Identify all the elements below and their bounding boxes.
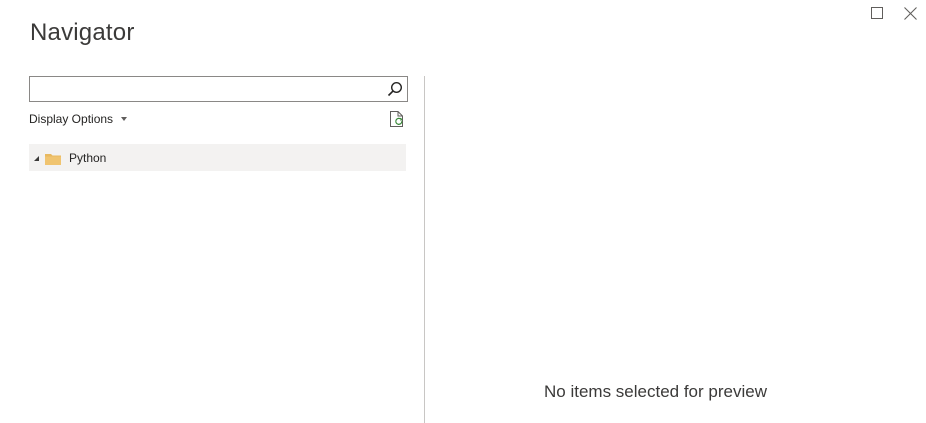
maximize-icon (871, 7, 883, 19)
pane-divider[interactable] (424, 76, 425, 423)
folder-icon (45, 152, 61, 165)
tree-item-label: Python (69, 150, 107, 165)
search-input[interactable] (30, 77, 378, 99)
close-icon (903, 6, 917, 20)
display-options-label: Display Options (29, 112, 114, 126)
display-options-dropdown[interactable]: Display Options (29, 112, 128, 126)
close-button[interactable] (901, 4, 919, 22)
window-title: Navigator (30, 19, 135, 46)
search-box (29, 76, 408, 102)
tree-item-python[interactable]: Python (29, 144, 406, 171)
refresh-icon[interactable] (389, 110, 407, 130)
preview-empty-message: No items selected for preview (544, 382, 767, 401)
search-icon[interactable] (385, 79, 405, 99)
options-row: Display Options (29, 110, 408, 134)
navigator-pane: Display Options Python (29, 76, 408, 171)
maximize-button[interactable] (868, 4, 886, 22)
expand-triangle-icon[interactable] (34, 156, 39, 161)
chevron-down-icon (121, 117, 128, 121)
